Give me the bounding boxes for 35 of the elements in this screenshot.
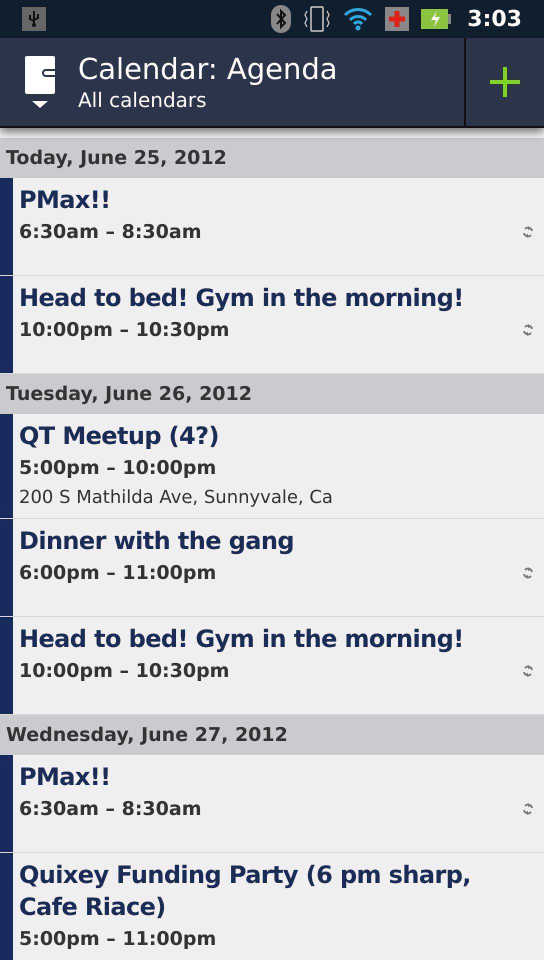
battery-charging-icon [421, 9, 452, 29]
event-time: 6:00pm – 11:00pm [19, 561, 218, 586]
usb-icon [22, 7, 46, 31]
event-time: 6:30am – 8:30am [19, 797, 202, 822]
vibrate-icon [303, 5, 332, 33]
wifi-icon [343, 7, 374, 31]
event-title: Head to bed! Gym in the morning! [19, 283, 465, 314]
event-time: 5:00pm – 10:00pm [19, 456, 218, 481]
event-item[interactable]: Dinner with the gang 6:00pm – 11:00pm [0, 519, 544, 617]
event-title: Dinner with the gang [19, 526, 295, 557]
event-title: Head to bed! Gym in the morning! [19, 624, 465, 655]
event-time: 10:00pm – 10:30pm [19, 318, 230, 343]
event-title: QT Meetup (4?) [19, 421, 220, 452]
date-header: Today, June 25, 2012 [0, 138, 544, 178]
plus-icon [490, 67, 520, 97]
date-header: Wednesday, June 27, 2012 [0, 715, 544, 755]
header-subtitle: All calendars [78, 87, 208, 113]
event-time: 10:00pm – 10:30pm [19, 659, 230, 684]
event-title: PMax!! [19, 762, 112, 793]
event-item[interactable]: PMax!! 6:30am – 8:30am [0, 755, 544, 853]
event-item[interactable]: QT Meetup (4?) 5:00pm – 10:00pm 200 S Mathilda Ave, Sunnyvale, Ca [0, 414, 544, 519]
header-title: Calendar: Agenda [78, 51, 339, 87]
event-item[interactable]: Head to bed! Gym in the morning! 10:00pm – 10:30pm [0, 617, 544, 715]
calendar-icon [24, 56, 56, 108]
medical-cross-icon [385, 7, 410, 31]
date-header: Tuesday, June 26, 2012 [0, 374, 544, 414]
event-title: Quixey Funding Party (6 pm sharp, Cafe Riace) [19, 860, 472, 923]
event-item[interactable]: PMax!! 6:30am – 8:30am [0, 178, 544, 276]
event-item[interactable]: Head to bed! Gym in the morning! 10:00pm – 10:30pm [0, 276, 544, 374]
event-title: PMax!! [19, 185, 112, 216]
status-time: 3:03 [467, 6, 522, 34]
bluetooth-icon [271, 5, 292, 33]
event-time: 6:30am – 8:30am [19, 220, 202, 245]
event-time: 5:00pm – 11:00pm [19, 927, 218, 952]
event-location: 200 S Mathilda Ave, Sunnyvale, Ca [19, 486, 334, 510]
